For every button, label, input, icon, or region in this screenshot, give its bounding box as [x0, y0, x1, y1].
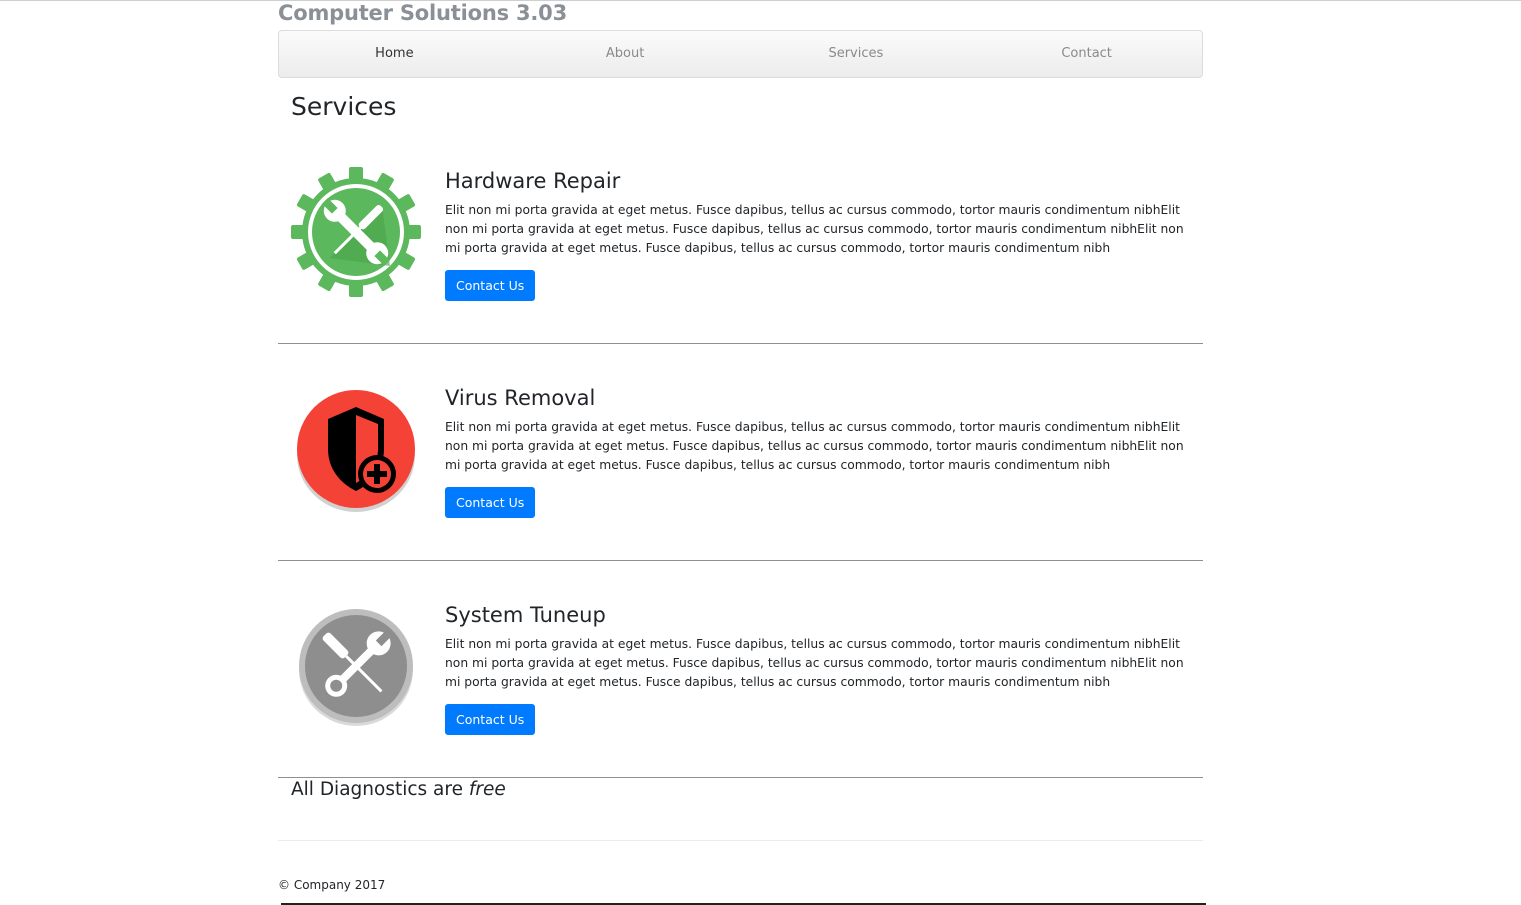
footer-divider	[278, 840, 1203, 841]
site-title: Computer Solutions 3.03	[278, 1, 567, 25]
diagnostics-note: All Diagnostics are free	[291, 777, 506, 803]
service-title: Virus Removal	[445, 386, 596, 410]
service-description: Elit non mi porta gravida at eget metus.…	[445, 203, 1184, 255]
nav-home[interactable]: Home	[279, 31, 510, 77]
service-title: System Tuneup	[445, 603, 606, 627]
gear-wrench-screwdriver-icon	[290, 166, 422, 298]
divider	[278, 560, 1203, 561]
nav-contact[interactable]: Contact	[971, 31, 1202, 77]
service-hardware-repair: Hardware Repair Elit non mi porta gravid…	[278, 150, 1203, 350]
diagnostics-emphasis: free	[468, 779, 506, 800]
service-system-tuneup: System Tuneup Elit non mi porta gravida …	[278, 584, 1203, 784]
service-description: Elit non mi porta gravida at eget metus.…	[445, 420, 1184, 472]
contact-us-button[interactable]: Contact Us	[445, 487, 536, 518]
diagnostics-prefix: All Diagnostics are	[291, 779, 469, 800]
service-description: Elit non mi porta gravida at eget metus.…	[445, 637, 1184, 689]
main-navbar: Home About Services Contact	[278, 30, 1203, 78]
wrench-screwdriver-icon	[290, 600, 422, 732]
page-container: Computer Solutions 3.03 Home About Servi…	[278, 0, 1203, 905]
service-title: Hardware Repair	[445, 169, 621, 193]
divider	[278, 343, 1203, 344]
footer-copyright: © Company 2017	[278, 878, 386, 892]
page-title: Services	[291, 92, 397, 121]
nav-about[interactable]: About	[510, 31, 741, 77]
shield-plus-icon	[290, 383, 422, 515]
nav-services[interactable]: Services	[741, 31, 972, 77]
contact-us-button[interactable]: Contact Us	[445, 704, 536, 735]
service-virus-removal: Virus Removal Elit non mi porta gravida …	[278, 367, 1203, 567]
contact-us-button[interactable]: Contact Us	[445, 270, 536, 301]
